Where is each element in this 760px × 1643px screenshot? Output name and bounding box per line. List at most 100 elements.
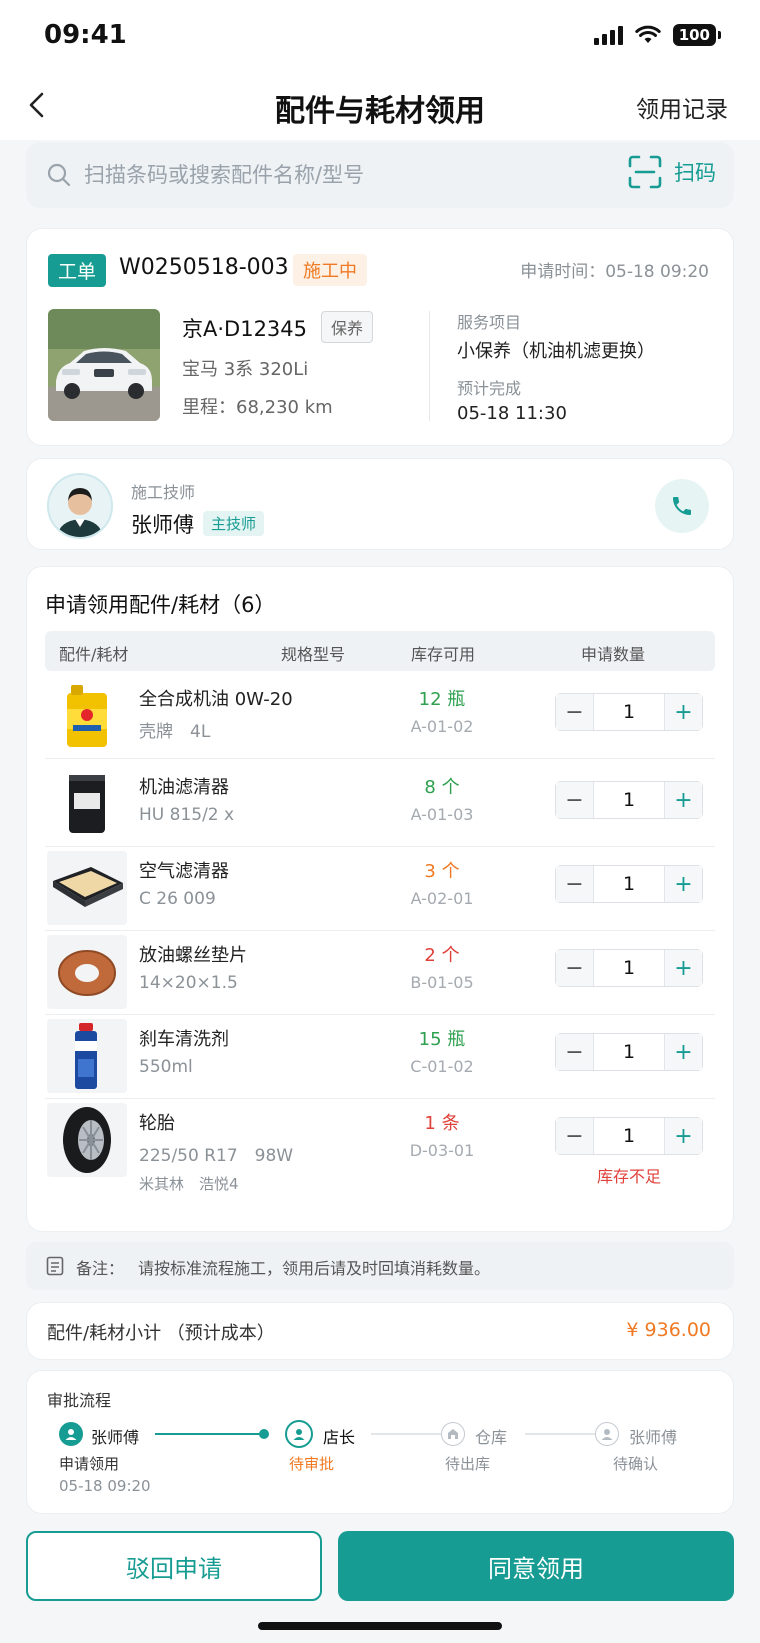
increase-button[interactable]: + bbox=[664, 1118, 702, 1154]
decrease-button[interactable]: − bbox=[556, 1034, 594, 1070]
phone-icon bbox=[673, 497, 691, 515]
tire-image bbox=[47, 1103, 127, 1177]
column-header-quantity: 申请数量 bbox=[581, 645, 646, 664]
stock-location: A-02-01 bbox=[410, 889, 474, 908]
approval-title: 审批流程 bbox=[47, 1391, 112, 1410]
step-name: 仓库 bbox=[475, 1428, 508, 1447]
increase-button[interactable]: + bbox=[664, 866, 702, 902]
part-name: 全合成机油 0W-20 bbox=[139, 689, 293, 710]
back-icon[interactable] bbox=[22, 88, 56, 122]
parts-card: 申请领用配件/耗材（6） 配件/耗材 规格型号 库存可用 申请数量 全合成机油 … bbox=[26, 566, 734, 1232]
step-status: 申请领用 bbox=[59, 1455, 120, 1473]
air-filter-image bbox=[47, 851, 127, 925]
status-icons: 100 bbox=[593, 24, 722, 46]
part-name: 空气滤清器 bbox=[139, 861, 229, 882]
increase-button[interactable]: + bbox=[664, 694, 702, 730]
quantity-stepper: − 1 + bbox=[555, 1117, 703, 1155]
quantity-value[interactable]: 1 bbox=[594, 1034, 664, 1070]
flow-connector bbox=[525, 1433, 595, 1435]
quantity-stepper: − 1 + bbox=[555, 1033, 703, 1071]
stock-quantity: 12 瓶 bbox=[418, 689, 466, 710]
search-icon bbox=[47, 163, 71, 187]
subtotal-value: ¥ 936.00 bbox=[626, 1319, 711, 1341]
subtotal-card: 配件/耗材小计 （预计成本） ¥ 936.00 bbox=[26, 1302, 734, 1360]
quantity-value[interactable]: 1 bbox=[594, 782, 664, 818]
search-input[interactable] bbox=[84, 156, 554, 194]
quantity-value[interactable]: 1 bbox=[594, 950, 664, 986]
scan-icon bbox=[628, 155, 662, 189]
quantity-value[interactable]: 1 bbox=[594, 694, 664, 730]
user-pending-icon bbox=[285, 1420, 313, 1448]
license-plate: 京A·D12345 bbox=[182, 317, 308, 341]
search-bar: 扫码 bbox=[26, 142, 734, 208]
decrease-button[interactable]: − bbox=[556, 782, 594, 818]
part-name: 放油螺丝垫片 bbox=[139, 945, 247, 966]
nav-bar: 配件与耗材领用 领用记录 bbox=[0, 70, 760, 140]
stock-quantity: 1 条 bbox=[424, 1113, 460, 1134]
work-order-card: 工单 W0250518-003 施工中 申请时间：05-18 09:20 京A·… bbox=[26, 228, 734, 446]
approve-button[interactable]: 同意领用 bbox=[338, 1531, 734, 1601]
wifi-icon bbox=[634, 25, 661, 43]
table-row: 轮胎 225/50 R17 98W 米其林 浩悦4 1 条 D-03-01 − … bbox=[45, 1095, 715, 1205]
decrease-button[interactable]: − bbox=[556, 866, 594, 902]
note-icon bbox=[46, 1256, 64, 1276]
decrease-button[interactable]: − bbox=[556, 694, 594, 730]
note-label: 备注： bbox=[76, 1259, 125, 1278]
step-name: 张师傅 bbox=[91, 1428, 140, 1447]
user-icon bbox=[595, 1422, 619, 1446]
stock-warning: 库存不足 bbox=[596, 1167, 661, 1186]
part-spec: 225/50 R17 98W bbox=[139, 1146, 294, 1166]
increase-button[interactable]: + bbox=[664, 950, 702, 986]
user-check-icon bbox=[59, 1422, 83, 1446]
avatar bbox=[47, 473, 113, 539]
reject-button[interactable]: 驳回申请 bbox=[26, 1531, 322, 1601]
step-name: 张师傅 bbox=[629, 1428, 678, 1447]
scan-button[interactable]: 扫码 bbox=[628, 155, 716, 189]
part-spec: 14×20×1.5 bbox=[139, 973, 238, 993]
step-status: 待审批 bbox=[289, 1455, 335, 1473]
quantity-value[interactable]: 1 bbox=[594, 1118, 664, 1154]
call-button[interactable] bbox=[655, 479, 709, 533]
stock-location: A-01-02 bbox=[410, 717, 474, 736]
technician-card: 施工技师 张师傅 主技师 bbox=[26, 458, 734, 550]
table-row: 机油滤清器 HU 815/2 x 8 个 A-01-03 − 1 + bbox=[45, 759, 715, 847]
eta-value: 05-18 11:30 bbox=[457, 403, 567, 424]
parts-title: 申请领用配件/耗材（6） bbox=[45, 593, 276, 617]
quantity-stepper: − 1 + bbox=[555, 949, 703, 987]
increase-button[interactable]: + bbox=[664, 1034, 702, 1070]
decrease-button[interactable]: − bbox=[556, 950, 594, 986]
increase-button[interactable]: + bbox=[664, 782, 702, 818]
engine-oil-image bbox=[47, 679, 127, 753]
stock-location: D-03-01 bbox=[409, 1141, 475, 1160]
table-row: 全合成机油 0W-20 壳牌 4L 12 瓶 A-01-02 − 1 + bbox=[45, 671, 715, 759]
stock-location: C-01-02 bbox=[410, 1057, 474, 1076]
step-name: 店长 bbox=[323, 1428, 356, 1447]
home-indicator bbox=[258, 1622, 502, 1630]
mileage: 里程：68,230 km bbox=[182, 397, 333, 418]
column-header-spec: 规格型号 bbox=[281, 645, 346, 664]
service-value: 小保养（机油机滤更换） bbox=[457, 341, 655, 362]
brake-cleaner-image bbox=[47, 1019, 127, 1093]
signal-icon bbox=[593, 25, 623, 45]
part-name: 轮胎 bbox=[139, 1113, 175, 1134]
part-spec: 550ml bbox=[139, 1057, 193, 1077]
stock-quantity: 2 个 bbox=[424, 945, 460, 966]
stock-quantity: 8 个 bbox=[424, 777, 460, 798]
parts-table-header: 配件/耗材 规格型号 库存可用 申请数量 bbox=[45, 631, 715, 671]
column-header-stock: 库存可用 bbox=[411, 645, 476, 664]
records-link[interactable]: 领用记录 bbox=[636, 90, 728, 124]
part-brand: 米其林 浩悦4 bbox=[139, 1175, 239, 1193]
divider bbox=[429, 311, 430, 421]
part-name: 机油滤清器 bbox=[139, 777, 229, 798]
technician-name: 张师傅 bbox=[131, 513, 194, 537]
column-header-item: 配件/耗材 bbox=[59, 645, 129, 664]
decrease-button[interactable]: − bbox=[556, 1118, 594, 1154]
gasket-image bbox=[47, 935, 127, 1009]
part-spec: C 26 009 bbox=[139, 889, 216, 909]
car-photo bbox=[48, 309, 160, 421]
quantity-value[interactable]: 1 bbox=[594, 866, 664, 902]
oil-filter-image bbox=[47, 767, 127, 841]
part-spec: HU 815/2 x bbox=[139, 805, 235, 825]
technician-badge: 主技师 bbox=[203, 511, 265, 536]
battery-icon: 100 bbox=[672, 24, 722, 46]
